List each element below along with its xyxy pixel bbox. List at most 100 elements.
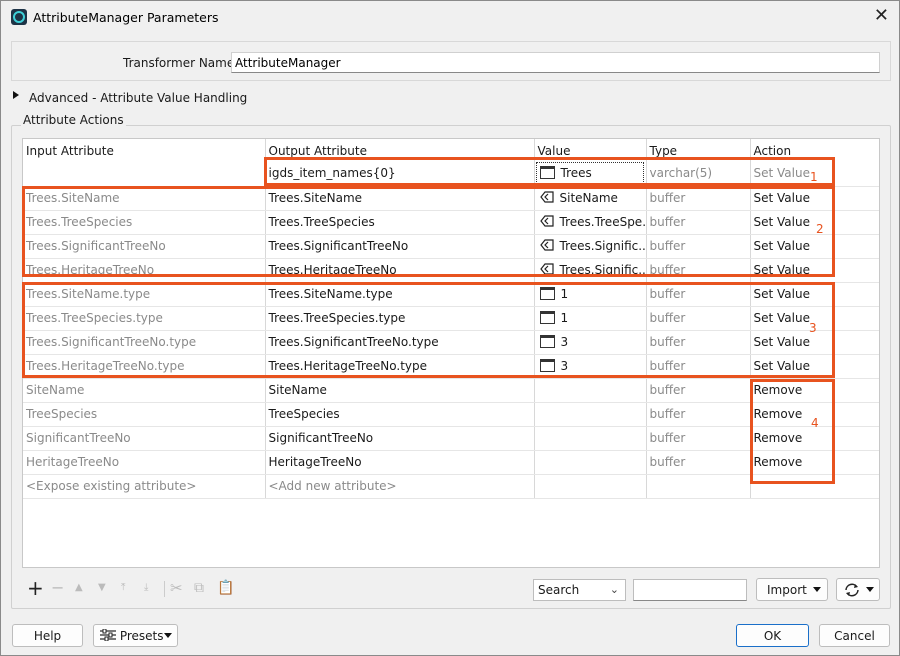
table-row[interactable]: Trees.SiteName.type Trees.SiteName.type 1 b… [23,282,879,307]
add-row-icon[interactable]: + [27,578,44,598]
value-cell[interactable]: 3 [534,354,647,379]
type-cell[interactable]: buffer [646,378,751,403]
copy-icon[interactable]: ⧉ [194,578,204,598]
action-cell[interactable]: Set Value [750,258,879,283]
table-row[interactable]: Trees.SignificantTreeNo.type Trees.Signif… [23,330,879,355]
input-attribute-cell[interactable]: SiteName [23,378,266,403]
column-header-type[interactable]: Type [646,139,751,160]
move-up-icon[interactable]: ▲ [75,578,83,598]
output-attribute-cell[interactable]: SiteName [265,378,535,403]
input-attribute-cell[interactable]: HeritageTreeNo [23,450,266,475]
action-cell[interactable]: Remove [750,378,879,403]
table-row[interactable]: HeritageTreeNo HeritageTreeNo buffer Remove [23,450,879,475]
remove-row-icon[interactable]: − [51,578,64,598]
type-cell[interactable]: buffer [646,354,751,379]
output-attribute-cell[interactable]: HeritageTreeNo [265,450,535,475]
value-cell[interactable] [534,426,647,451]
table-row[interactable]: <Expose existing attribute> <Add new attr… [23,474,879,499]
table-row[interactable]: Trees.TreeSpecies.type Trees.TreeSpecies.… [23,306,879,331]
output-attribute-cell[interactable]: Trees.HeritageTreeNo [265,258,535,283]
ok-button[interactable]: OK [736,624,809,647]
input-attribute-cell[interactable]: Trees.SiteName [23,186,266,211]
type-cell[interactable]: buffer [646,330,751,355]
input-attribute-cell[interactable]: TreeSpecies [23,402,266,427]
value-cell[interactable]: Trees.TreeSpe... [534,210,647,235]
table-row[interactable]: TreeSpecies TreeSpecies buffer Remove [23,402,879,427]
value-cell[interactable]: SiteName [534,186,647,211]
value-cell[interactable] [534,474,647,499]
output-attribute-cell[interactable]: Trees.TreeSpecies.type [265,306,535,331]
table-row[interactable]: SignificantTreeNo SignificantTreeNo buffer… [23,426,879,451]
cut-icon[interactable]: ✂ [170,578,183,598]
move-down-icon[interactable]: ▼ [98,578,106,598]
import-button[interactable]: Import [756,578,828,601]
input-attribute-cell[interactable]: <Expose existing attribute> [23,474,266,499]
type-cell[interactable]: buffer [646,234,751,259]
type-cell[interactable]: buffer [646,426,751,451]
type-cell[interactable]: buffer [646,306,751,331]
output-attribute-cell[interactable]: Trees.SiteName.type [265,282,535,307]
action-cell[interactable] [750,474,879,499]
action-cell[interactable]: Set Value [750,234,879,259]
type-cell[interactable]: buffer [646,186,751,211]
type-cell[interactable]: buffer [646,450,751,475]
value-cell[interactable]: Trees.Signific... [534,234,647,259]
value-cell[interactable]: 1 [534,306,647,331]
table-row[interactable]: Trees.SignificantTreeNo Trees.Significant… [23,234,879,259]
table-row[interactable]: igds_item_names{0} Trees varchar(5) Set Val… [23,160,879,187]
move-bottom-icon[interactable]: ⤓ [144,578,148,598]
action-cell[interactable]: Set Value [750,282,879,307]
refresh-button[interactable] [836,578,880,601]
table-row[interactable]: Trees.SiteName Trees.SiteName SiteName buff… [23,186,879,211]
search-dropdown[interactable]: Search ⌄ [533,579,626,601]
column-header-input[interactable]: Input Attribute [23,139,266,160]
input-attribute-cell[interactable]: Trees.SignificantTreeNo.type [23,330,266,355]
output-attribute-cell[interactable]: Trees.SignificantTreeNo.type [265,330,535,355]
input-attribute-cell[interactable]: SignificantTreeNo [23,426,266,451]
value-cell[interactable] [534,402,647,427]
table-row[interactable]: SiteName SiteName buffer Remove [23,378,879,403]
table-row[interactable]: Trees.HeritageTreeNo.type Trees.HeritageT… [23,354,879,379]
output-attribute-cell[interactable]: <Add new attribute> [265,474,535,499]
output-attribute-cell[interactable]: Trees.SiteName [265,186,535,211]
move-top-icon[interactable]: ⤒ [121,578,125,598]
column-header-action[interactable]: Action [750,139,879,160]
table-row[interactable]: Trees.TreeSpecies Trees.TreeSpecies Trees.… [23,210,879,235]
table-row[interactable]: Trees.HeritageTreeNo Trees.HeritageTreeNo… [23,258,879,283]
input-attribute-cell[interactable]: Trees.HeritageTreeNo.type [23,354,266,379]
value-cell[interactable] [534,378,647,403]
help-button[interactable]: Help [12,624,83,647]
output-attribute-cell[interactable]: Trees.TreeSpecies [265,210,535,235]
output-attribute-cell[interactable]: Trees.SignificantTreeNo [265,234,535,259]
column-header-output[interactable]: Output Attribute [265,139,535,160]
output-attribute-cell[interactable]: TreeSpecies [265,402,535,427]
action-cell[interactable]: Remove [750,450,879,475]
input-attribute-cell[interactable]: Trees.SiteName.type [23,282,266,307]
value-cell[interactable] [534,450,647,475]
output-attribute-cell[interactable]: igds_item_names{0} [265,160,535,187]
cancel-button[interactable]: Cancel [819,624,890,647]
type-cell[interactable] [646,474,751,499]
input-attribute-cell[interactable]: Trees.TreeSpecies [23,210,266,235]
close-icon[interactable]: ✕ [874,7,889,25]
action-cell[interactable]: Set Value [750,354,879,379]
value-cell[interactable]: Trees [534,160,647,187]
value-cell[interactable]: 1 [534,282,647,307]
expand-arrow-icon[interactable] [13,91,19,99]
type-cell[interactable]: buffer [646,210,751,235]
advanced-section-toggle[interactable]: Advanced - Attribute Value Handling [29,91,247,105]
type-cell[interactable]: buffer [646,258,751,283]
presets-button[interactable]: Presets [93,624,178,647]
input-attribute-cell[interactable]: Trees.HeritageTreeNo [23,258,266,283]
input-attribute-cell[interactable] [23,160,266,187]
input-attribute-cell[interactable]: Trees.TreeSpecies.type [23,306,266,331]
search-input[interactable] [633,579,747,601]
type-cell[interactable]: varchar(5) [646,160,751,187]
output-attribute-cell[interactable]: SignificantTreeNo [265,426,535,451]
input-attribute-cell[interactable]: Trees.SignificantTreeNo [23,234,266,259]
type-cell[interactable]: buffer [646,282,751,307]
action-cell[interactable]: Set Value [750,210,879,235]
output-attribute-cell[interactable]: Trees.HeritageTreeNo.type [265,354,535,379]
paste-icon[interactable]: 📋 [217,578,234,598]
type-cell[interactable]: buffer [646,402,751,427]
